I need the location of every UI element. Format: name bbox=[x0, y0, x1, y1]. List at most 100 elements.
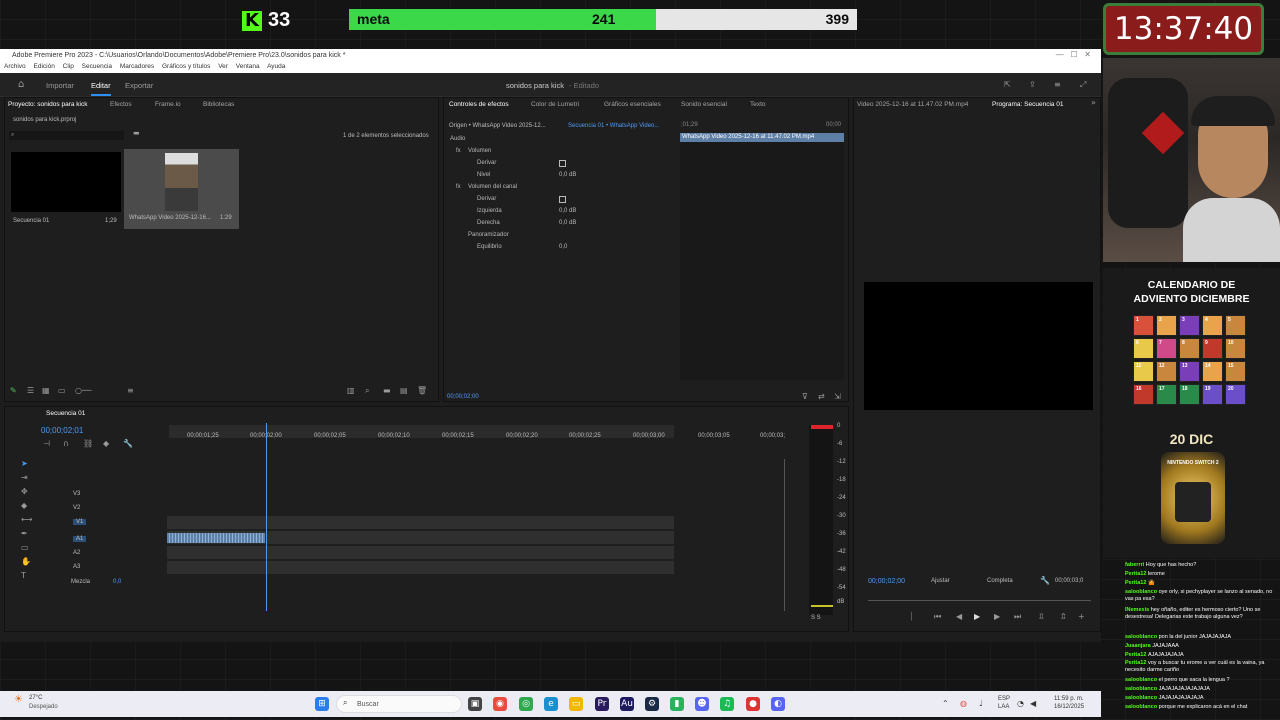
tab-project[interactable]: Proyecto: sonidos para kick bbox=[8, 101, 87, 108]
timeline-scrollbar[interactable] bbox=[784, 459, 788, 611]
menu-graficos[interactable]: Gráficos y títulos bbox=[162, 63, 210, 70]
task-view-icon[interactable]: ▣ bbox=[468, 697, 482, 711]
trash-icon[interactable]: 🗑 bbox=[417, 386, 427, 395]
track-a3[interactable]: A3 bbox=[73, 564, 80, 570]
wrench-icon[interactable]: 🔧 bbox=[1040, 576, 1050, 585]
discord-icon[interactable]: ◐ bbox=[771, 697, 785, 711]
a2-track-area[interactable] bbox=[167, 546, 674, 559]
mix-value[interactable]: 0,0 bbox=[113, 579, 121, 585]
origin-selector[interactable]: Origen • WhatsApp Video 2025-12... bbox=[449, 123, 546, 129]
step-back-icon[interactable]: ⏮ bbox=[934, 612, 941, 622]
steam-icon[interactable]: ⚙ bbox=[645, 697, 659, 711]
weather-status[interactable]: Despejado bbox=[29, 704, 58, 710]
icon-view-icon[interactable]: ▦ bbox=[42, 386, 50, 395]
track-a1[interactable]: A1 bbox=[73, 536, 87, 542]
track-a2[interactable]: A2 bbox=[73, 550, 80, 556]
chat-username[interactable]: salooblanco bbox=[1125, 589, 1159, 595]
sequence-selector[interactable]: Secuencia 01 • WhatsApp Video... bbox=[568, 123, 659, 129]
menu-clip[interactable]: Clip bbox=[63, 63, 74, 70]
tab-text[interactable]: Texto bbox=[750, 101, 766, 108]
track-select-icon[interactable]: ⇥ bbox=[21, 473, 28, 482]
windows-start-icon[interactable]: ⊞ bbox=[315, 697, 329, 711]
derivar1-checkbox[interactable] bbox=[559, 160, 566, 167]
quick-export-icon[interactable]: ⇱ bbox=[1004, 80, 1011, 89]
program-timecode[interactable]: 00;00;02;00 bbox=[868, 578, 905, 585]
frame-back-icon[interactable]: ◀ bbox=[956, 612, 962, 621]
selection-tool-icon[interactable]: ➤ bbox=[21, 459, 28, 468]
lang-layout[interactable]: LAA bbox=[998, 704, 1009, 710]
tab-exportar[interactable]: Exportar bbox=[125, 81, 153, 90]
project-search-input[interactable]: ⌕ bbox=[9, 131, 124, 140]
chat-username[interactable]: salooblanco bbox=[1125, 686, 1159, 692]
step-forward-icon[interactable]: ⏭ bbox=[1014, 612, 1021, 622]
photos-icon[interactable]: ◉ bbox=[493, 697, 507, 711]
frame-forward-icon[interactable]: ▶ bbox=[994, 612, 1000, 621]
meter-solo-buttons[interactable]: S S bbox=[811, 615, 821, 621]
game-icon[interactable]: ▮ bbox=[670, 697, 684, 711]
export-frame-icon[interactable]: ⇲ bbox=[834, 392, 841, 401]
chat-username[interactable]: Perita12 bbox=[1125, 660, 1148, 666]
menu-archivo[interactable]: Archivo bbox=[4, 63, 26, 70]
tab-frameio[interactable]: Frame.io bbox=[155, 101, 181, 108]
filter-icon[interactable]: ⊽ bbox=[802, 392, 808, 401]
track-v1[interactable]: V1 bbox=[73, 519, 87, 525]
audio-clip[interactable] bbox=[167, 533, 265, 543]
add-marker-icon[interactable]: ◆ bbox=[103, 439, 109, 448]
teams-icon[interactable]: ☻ bbox=[695, 697, 709, 711]
chat-username[interactable]: Perita12 bbox=[1125, 571, 1148, 577]
nest-icon[interactable]: ⊣ bbox=[43, 439, 50, 448]
track-v3[interactable]: V3 bbox=[73, 491, 80, 497]
lang-code[interactable]: ESP bbox=[998, 696, 1010, 702]
sequence-thumbnail[interactable] bbox=[11, 152, 121, 212]
menu-ver[interactable]: Ver bbox=[218, 63, 228, 70]
new-bin-bottom-icon[interactable]: ▬ bbox=[383, 386, 391, 395]
tab-editar[interactable]: Editar bbox=[91, 81, 111, 96]
menu-edicion[interactable]: Edición bbox=[34, 63, 55, 70]
new-bin-icon[interactable]: ▬ bbox=[133, 129, 140, 137]
spotify-icon[interactable]: ♫ bbox=[720, 697, 734, 711]
ec-clip-bar[interactable]: WhatsApp Video 2025-12-16 at 11.47.02 PM… bbox=[680, 133, 844, 142]
tray-chevron-icon[interactable]: ⌃ bbox=[942, 699, 949, 708]
v1-track-area[interactable] bbox=[167, 516, 674, 529]
snap-icon[interactable]: ∩ bbox=[63, 439, 69, 448]
fit-select[interactable]: Ajustar bbox=[931, 578, 950, 584]
tab-importar[interactable]: Importar bbox=[46, 81, 74, 90]
ripple-edit-icon[interactable]: ✥ bbox=[21, 487, 28, 496]
razor-tool-icon[interactable]: ◆ bbox=[21, 501, 27, 510]
find-icon[interactable]: ⌕ bbox=[365, 386, 369, 396]
new-item-icon[interactable]: ▤ bbox=[400, 386, 408, 395]
add-button-icon[interactable]: + bbox=[1078, 612, 1085, 621]
chat-username[interactable]: salooblanco bbox=[1125, 695, 1159, 701]
rectangle-tool-icon[interactable]: ▭ bbox=[21, 543, 29, 552]
obs-icon[interactable]: ● bbox=[746, 697, 760, 711]
volume-icon[interactable]: ◀ bbox=[1030, 699, 1036, 708]
lift-icon[interactable]: ⇫ bbox=[1038, 612, 1045, 621]
list-view-icon[interactable]: ☰ bbox=[27, 386, 34, 395]
menu-ayuda[interactable]: Ayuda bbox=[267, 63, 285, 70]
izquierda-value[interactable]: 0,0 dB bbox=[559, 208, 576, 214]
pen-tool-icon[interactable]: ✒ bbox=[21, 529, 28, 538]
wifi-icon[interactable]: ◔ bbox=[1017, 699, 1024, 708]
playhead[interactable] bbox=[266, 423, 267, 611]
ec-current-time[interactable]: 00;00;02;00 bbox=[447, 394, 479, 400]
chat-username[interactable]: salooblanco bbox=[1125, 704, 1159, 710]
chat-username[interactable]: Juaanjara bbox=[1125, 643, 1152, 649]
marker-icon[interactable]: ⏐ bbox=[909, 612, 914, 622]
taskbar-search[interactable]: ⌕ Buscar bbox=[336, 695, 462, 713]
tray-mic-icon[interactable]: ♩ bbox=[979, 699, 983, 708]
quality-select[interactable]: Completa bbox=[987, 578, 1013, 584]
tab-program[interactable]: Programa: Secuencia 01 bbox=[992, 101, 1064, 108]
menu-ventana[interactable]: Ventana bbox=[236, 63, 260, 70]
menu-secuencia[interactable]: Secuencia bbox=[82, 63, 112, 70]
tab-sequence[interactable]: Secuencia 01 bbox=[46, 410, 85, 417]
video-item-selected[interactable]: WhatsApp Video 2025-12-16... 1:29 bbox=[124, 149, 239, 229]
tab-libraries[interactable]: Bibliotecas bbox=[203, 101, 234, 108]
taskbar-time[interactable]: 11:59 p. m. bbox=[1054, 696, 1084, 702]
panel-overflow-icon[interactable]: » bbox=[1091, 98, 1096, 107]
workspaces-menu-icon[interactable]: ≡ bbox=[1054, 80, 1061, 89]
loop-icon[interactable]: ⇄ bbox=[818, 392, 825, 401]
tab-effect-controls[interactable]: Controles de efectos bbox=[449, 101, 509, 108]
chat-username[interactable]: INemexis bbox=[1125, 607, 1151, 613]
a3-track-area[interactable] bbox=[167, 561, 674, 574]
chat-username[interactable]: faberrri bbox=[1125, 562, 1146, 568]
